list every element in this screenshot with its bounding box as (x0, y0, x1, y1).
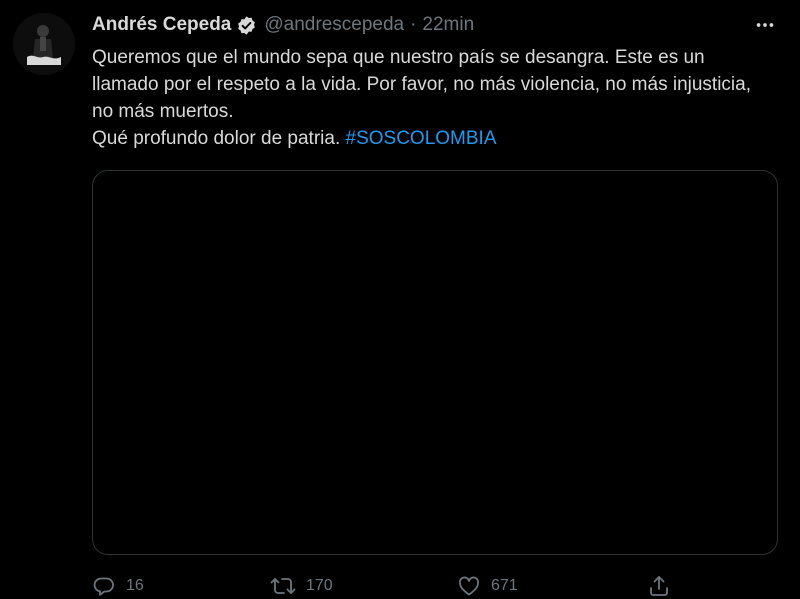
retweet-button[interactable]: 170 (270, 570, 333, 599)
verified-badge-icon (236, 15, 257, 36)
share-icon (650, 576, 668, 596)
like-button[interactable]: 671 (457, 570, 518, 599)
reply-button[interactable]: 16 (92, 570, 144, 599)
tweet-text: Queremos que el mundo sepa que nuestro p… (92, 44, 772, 152)
like-count: 671 (491, 577, 518, 594)
share-button[interactable] (647, 570, 671, 599)
avatar-image (13, 13, 75, 75)
tweet-actions: 16 170 671 (92, 570, 692, 599)
tweet-text-closing: Qué profundo dolor de patria. #SOSCOLOMB… (92, 125, 772, 152)
reply-count: 16 (126, 577, 144, 594)
media-container[interactable] (92, 170, 778, 555)
heart-icon (458, 576, 480, 596)
author-name[interactable]: Andrés Cepeda (92, 14, 231, 36)
separator-dot: · (410, 14, 417, 35)
reply-icon (93, 577, 114, 596)
tweet-header: Andrés Cepeda @andrescepeda · 22min (92, 11, 474, 39)
retweet-icon (270, 578, 296, 594)
hashtag-link[interactable]: #SOSCOLOMBIA (346, 128, 497, 149)
more-horizontal-icon (756, 23, 774, 27)
tweet-text-paragraph: Queremos que el mundo sepa que nuestro p… (92, 47, 751, 122)
retweet-count: 170 (306, 577, 333, 594)
tweet-card[interactable]: Andrés Cepeda @andrescepeda · 22min Quer… (0, 0, 800, 599)
avatar[interactable] (13, 13, 75, 75)
timestamp[interactable]: 22min (422, 14, 474, 36)
tweet-text-closing-label: Qué profundo dolor de patria. (92, 128, 346, 149)
more-options-button[interactable] (750, 10, 780, 40)
author-handle[interactable]: @andrescepeda (264, 14, 404, 36)
